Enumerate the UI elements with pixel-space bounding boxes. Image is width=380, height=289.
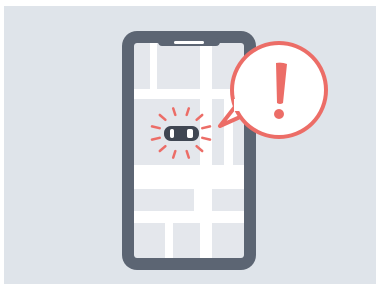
map-icon [134,43,244,258]
illustration-stage [0,0,380,289]
car-windshield [187,129,193,138]
map-road [134,211,244,223]
car-body [164,126,199,141]
map-road [134,165,244,189]
alert-ray [150,125,161,130]
alert-ray [201,136,212,141]
phone-speaker [174,41,204,44]
car-rear-window [170,129,174,138]
map-road [165,223,173,258]
bubble-tail-cover [234,99,248,111]
map-road [134,89,244,99]
illustration-svg [4,6,376,284]
map-road [150,43,157,89]
alert-ray [150,136,161,141]
map-road [194,189,202,211]
exclamation-dot [274,109,284,119]
alert-ray [201,125,212,130]
